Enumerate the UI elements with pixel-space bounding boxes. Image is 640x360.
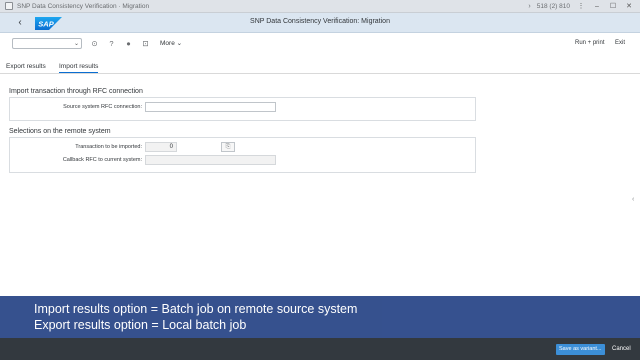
source-rfc-input[interactable]: [145, 102, 276, 112]
sap-gui-window: SNP Data Consistency Verification · Migr…: [0, 0, 640, 360]
command-field[interactable]: ⌄: [12, 38, 82, 49]
callback-rfc-label: Callback RFC to current system:: [62, 157, 142, 163]
layout-icon[interactable]: ⊡: [141, 39, 150, 48]
transaction-value: 0: [169, 144, 173, 150]
minimize-button[interactable]: –: [592, 2, 602, 11]
caption-line-1: Import results option = Batch job on rem…: [34, 302, 358, 316]
footer-bar: Save as variant... Cancel: [0, 338, 640, 360]
shell-bar: ‹ SAP SNP Data Consistency Verification:…: [0, 13, 640, 33]
exit-button[interactable]: Exit: [615, 40, 625, 46]
more-label: More: [160, 40, 175, 47]
tab-import-results[interactable]: Import results: [59, 63, 99, 73]
window-title: SNP Data Consistency Verification · Migr…: [17, 2, 150, 10]
more-caret-icon: ⌄: [176, 40, 183, 47]
chevron-down-icon[interactable]: ⌄: [74, 39, 79, 49]
import-group-title: Import transaction through RFC connectio…: [9, 88, 143, 95]
tab-strip: Export results Import results: [0, 58, 640, 74]
window-controls: › 518 (2) 810 ⋮ – ☐ ✕: [528, 2, 640, 11]
more-menu-button[interactable]: More ⌄: [160, 39, 182, 47]
save-as-variant-button[interactable]: Save as variant...: [556, 344, 605, 355]
page-title: SNP Data Consistency Verification: Migra…: [250, 18, 390, 25]
remote-group-title: Selections on the remote system: [9, 128, 111, 135]
callback-rfc-input[interactable]: [145, 155, 276, 165]
source-rfc-label: Source system RFC connection:: [63, 104, 142, 110]
session-info: 518 (2) 810: [536, 2, 570, 10]
run-print-button[interactable]: Run + print: [575, 40, 605, 46]
caption-line-2: Export results option = Local batch job: [34, 318, 247, 332]
caption-overlay: Import results option = Batch job on rem…: [0, 296, 640, 338]
maximize-button[interactable]: ☐: [608, 2, 618, 11]
history-icon[interactable]: ⊙: [90, 39, 99, 48]
help-icon[interactable]: ?: [107, 39, 116, 48]
window-title-bar: SNP Data Consistency Verification · Migr…: [0, 0, 640, 13]
side-panel-handle-icon[interactable]: ‹: [632, 196, 634, 203]
app-window-icon: [5, 2, 13, 10]
transaction-label: Transaction to be imported:: [75, 144, 142, 150]
menu-dots-icon[interactable]: ⋮: [576, 2, 586, 11]
cancel-button[interactable]: Cancel: [612, 344, 631, 355]
copy-icon[interactable]: ⎘: [221, 142, 235, 152]
tab-export-results[interactable]: Export results: [6, 63, 46, 70]
info-icon[interactable]: ●: [124, 39, 133, 48]
transaction-input[interactable]: 0: [145, 142, 177, 152]
application-toolbar: ⌄ ⊙ ? ● ⊡ More ⌄ Run + print Exit: [0, 34, 640, 52]
close-window-button[interactable]: ✕: [624, 2, 634, 11]
forward-arrow-icon[interactable]: ›: [528, 3, 530, 10]
